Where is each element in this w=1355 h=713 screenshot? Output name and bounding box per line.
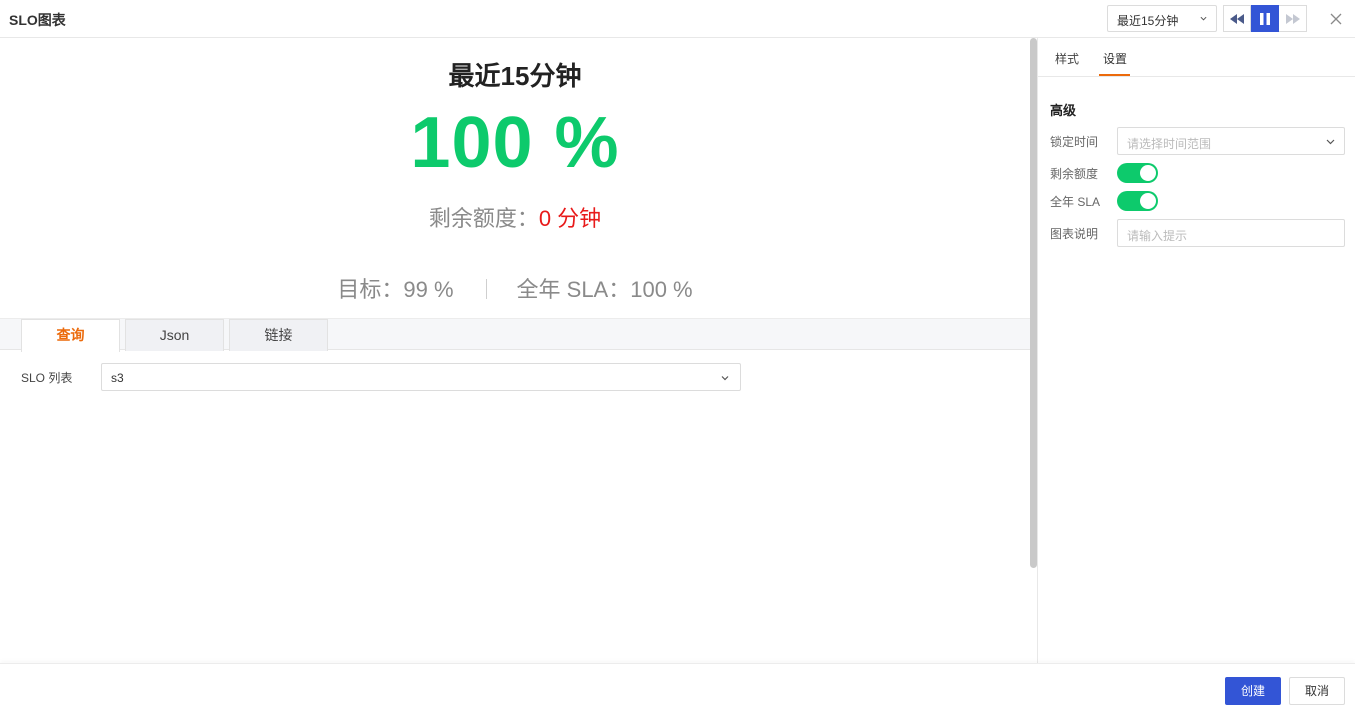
- slo-list-row: SLO 列表 s3: [0, 363, 1030, 391]
- tab-settings[interactable]: 设置: [1103, 50, 1127, 67]
- description-input[interactable]: 请输入提示: [1117, 219, 1345, 247]
- slo-list-value: s3: [111, 371, 124, 385]
- description-label: 图表说明: [1050, 227, 1099, 241]
- target-value: 目标：99 %: [337, 277, 454, 302]
- divider: [485, 279, 487, 299]
- pause-icon: [1259, 12, 1270, 25]
- top-bar: SLO图表 最近15分钟: [0, 0, 1355, 38]
- annual-sla-toggle-label: 全年 SLA: [1050, 195, 1101, 209]
- annual-sla-value: 全年 SLA：100 %: [516, 277, 693, 302]
- time-range-select[interactable]: 最近15分钟: [1107, 5, 1217, 32]
- backward-icon: [1230, 13, 1244, 24]
- tab-json[interactable]: Json: [125, 319, 224, 351]
- cancel-button[interactable]: 取消: [1289, 677, 1345, 705]
- lock-time-select[interactable]: 请选择时间范围: [1117, 127, 1345, 155]
- preview-title: 最近15分钟: [448, 61, 582, 91]
- slo-meta-row: 目标：99 % 全年 SLA：100 %: [0, 272, 1030, 304]
- remaining-toggle-label: 剩余额度: [1050, 167, 1099, 181]
- tab-link[interactable]: 链接: [229, 319, 328, 351]
- tab-style[interactable]: 样式: [1055, 50, 1079, 67]
- slo-list-label: SLO 列表: [21, 371, 73, 385]
- playback-controls: [1223, 5, 1307, 32]
- scrollbar[interactable]: [1030, 38, 1037, 568]
- chevron-down-icon: [721, 376, 729, 381]
- create-button[interactable]: 创建: [1225, 677, 1281, 705]
- annual-sla-toggle[interactable]: [1117, 191, 1158, 211]
- chevron-down-icon: [1200, 16, 1207, 21]
- remaining-budget-value: 0 分钟: [538, 206, 602, 231]
- description-placeholder: 请输入提示: [1127, 229, 1188, 243]
- remaining-budget-label: 剩余额度：: [428, 206, 539, 231]
- section-title-advanced: 高级: [1050, 103, 1077, 118]
- lock-time-label: 锁定时间: [1050, 135, 1099, 149]
- pause-button[interactable]: [1251, 5, 1279, 32]
- forward-icon: [1285, 13, 1300, 24]
- preview-panel: 最近15分钟 100 % 剩余额度：0 分钟 目标：99 % 全年 SLA：100…: [0, 38, 1030, 663]
- footer: 创建 取消: [0, 663, 1355, 713]
- forward-button[interactable]: [1279, 5, 1307, 32]
- tab-query[interactable]: 查询: [21, 319, 120, 352]
- active-tab-indicator: [1099, 74, 1130, 76]
- settings-tabs: 样式 设置: [1038, 38, 1355, 77]
- time-range-value: 最近15分钟: [1117, 14, 1179, 28]
- query-tabs: 查询 Json 链接: [0, 318, 1030, 352]
- remaining-budget: 剩余额度：0 分钟: [0, 201, 1030, 233]
- settings-panel: 样式 设置 高级 锁定时间 请选择时间范围 剩余额度 全年 SLA 图表说明 请…: [1037, 38, 1355, 663]
- toggle-knob: [1140, 165, 1156, 181]
- slo-percent-value: 100 %: [410, 103, 620, 183]
- toggle-knob: [1140, 193, 1156, 209]
- remaining-toggle[interactable]: [1117, 163, 1158, 183]
- page-title: SLO图表: [9, 12, 66, 28]
- close-icon[interactable]: [1328, 11, 1344, 27]
- lock-time-placeholder: 请选择时间范围: [1127, 137, 1212, 151]
- slo-list-select[interactable]: s3: [101, 363, 741, 391]
- chevron-down-icon: [1326, 139, 1335, 145]
- backward-button[interactable]: [1223, 5, 1251, 32]
